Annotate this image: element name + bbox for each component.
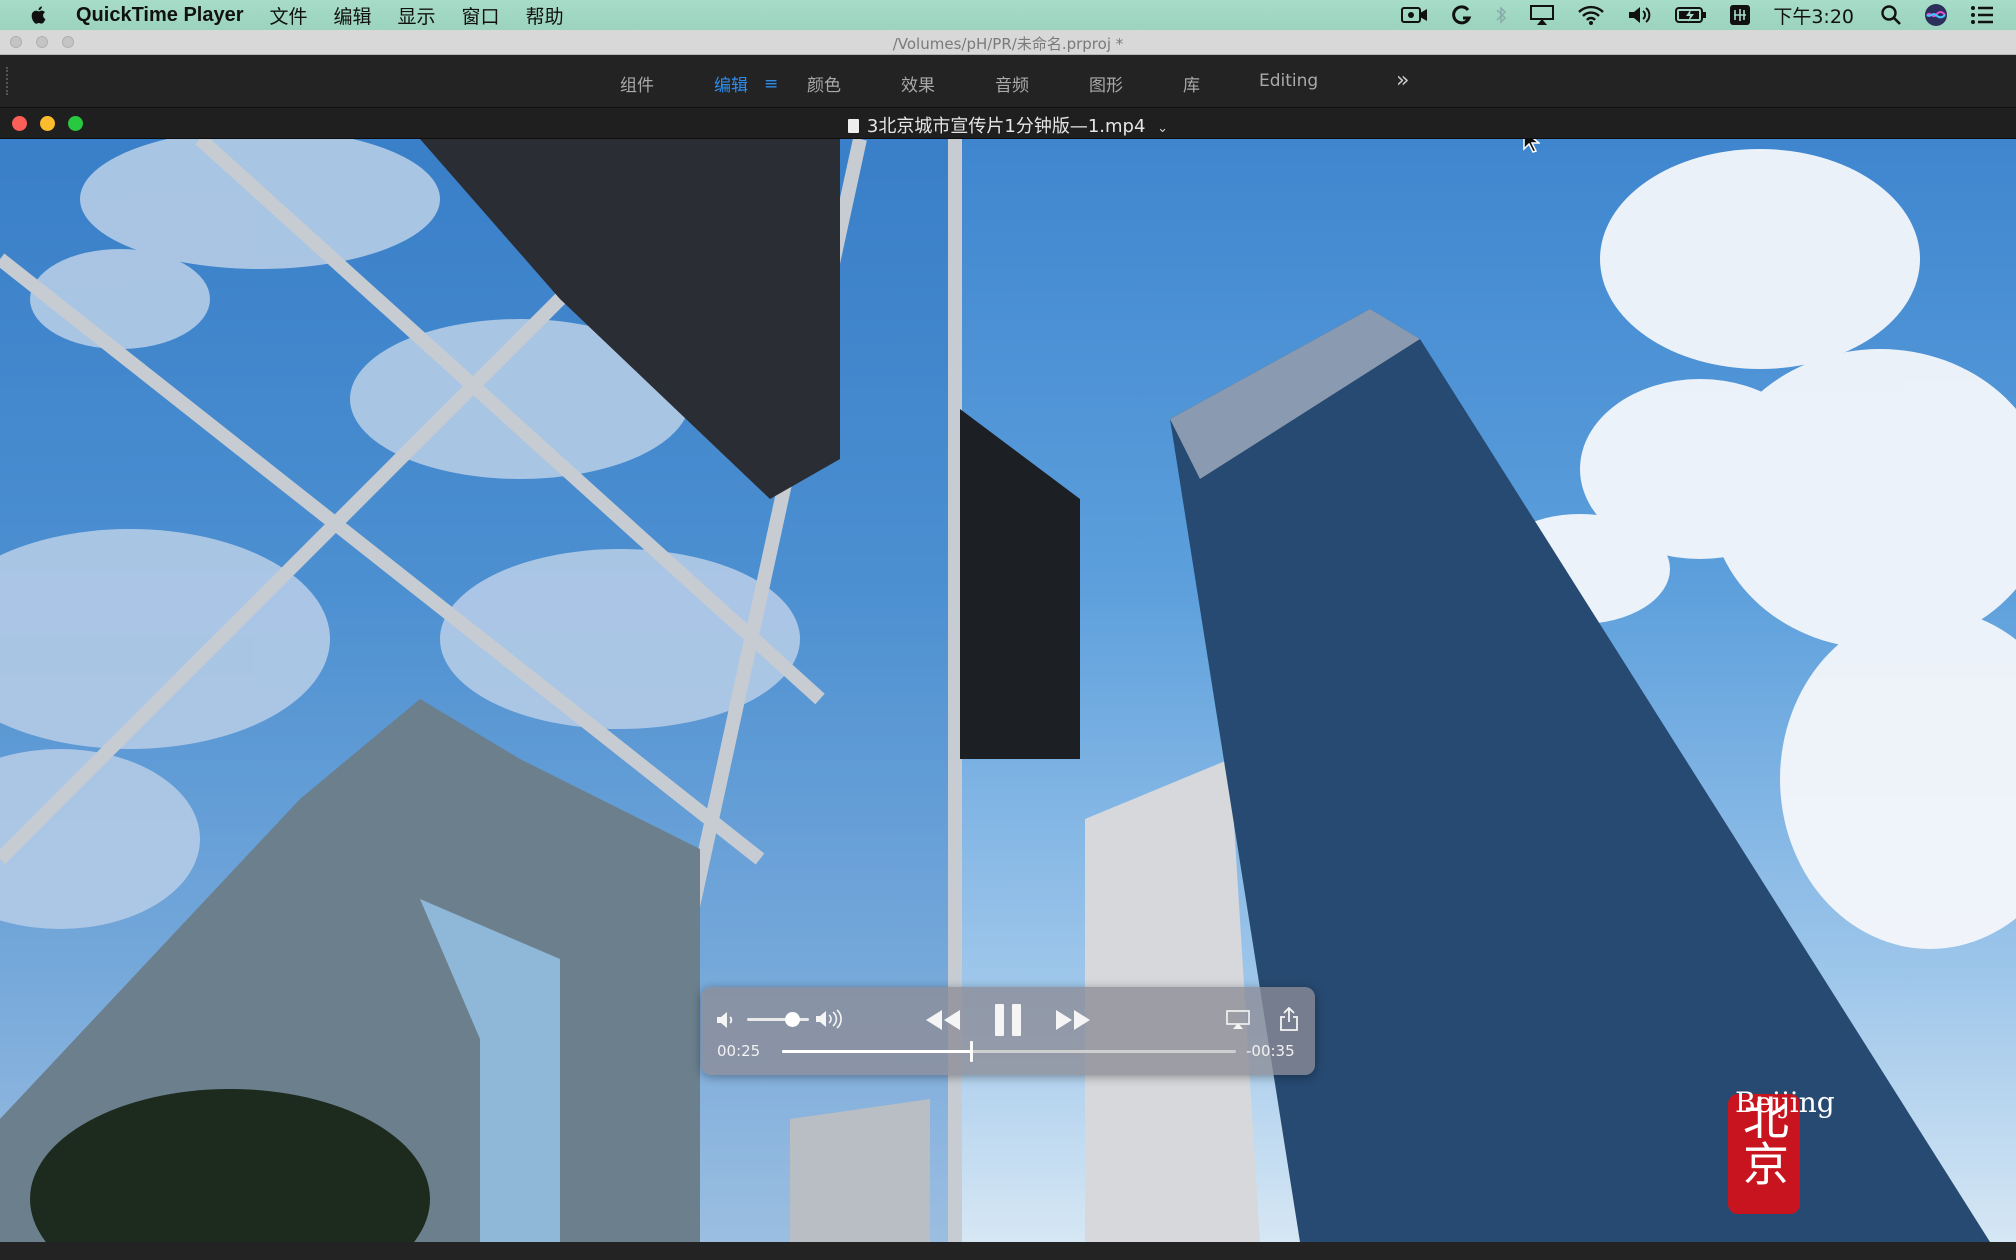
menu-file[interactable]: 文件 <box>270 2 308 29</box>
tab-effects[interactable]: 效果 <box>901 71 935 96</box>
small-building <box>790 1099 930 1242</box>
menu-bar: QuickTime Player 文件 编辑 显示 窗口 帮助 下午3:20 <box>0 0 2016 30</box>
playhead[interactable] <box>970 1041 974 1062</box>
menu-view[interactable]: 显示 <box>398 2 436 29</box>
mouse-cursor-icon <box>1523 139 1540 153</box>
bluetooth-icon[interactable] <box>1495 4 1507 26</box>
bottom-strip <box>0 1242 2016 1260</box>
siri-icon[interactable] <box>1924 3 1948 27</box>
status-area: 下午3:20 <box>1401 0 2016 30</box>
tab-editing-custom[interactable]: Editing <box>1259 71 1318 91</box>
rewind-button[interactable] <box>923 1005 963 1035</box>
notification-center-icon[interactable] <box>1970 5 1994 25</box>
volume-knob[interactable] <box>784 1012 800 1027</box>
dark-reflection <box>960 409 1080 759</box>
more-workspaces-icon[interactable]: » <box>1396 68 1409 93</box>
grammarly-icon[interactable] <box>1451 4 1473 26</box>
workspace-menu-icon[interactable]: ≡ <box>764 74 778 94</box>
window-title-text: 3北京城市宣传片1分钟版—1.mp4 <box>866 116 1146 137</box>
project-path: /Volumes/pH/PR/未命名.prproj * <box>892 35 1124 53</box>
elapsed-time: 00:25 <box>717 1042 761 1060</box>
beijing-caption: Beijing <box>1735 1086 1835 1119</box>
menu-edit[interactable]: 编辑 <box>334 2 372 29</box>
airplay-icon[interactable] <box>1529 4 1555 26</box>
workspace-bar: 组件 编辑 ≡ 颜色 效果 音频 图形 库 Editing » <box>0 55 2016 108</box>
video-frame[interactable]: 北京 Beijing <box>0 139 2016 1242</box>
airplay-button[interactable] <box>1223 1007 1253 1033</box>
video-scene <box>0 139 2016 1242</box>
menu-help[interactable]: 帮助 <box>526 2 564 29</box>
panel-grip-handle[interactable] <box>6 67 10 95</box>
tab-libraries[interactable]: 库 <box>1183 71 1200 96</box>
search-icon[interactable] <box>1880 4 1902 26</box>
battery-icon[interactable] <box>1675 5 1707 25</box>
pause-button[interactable] <box>988 1001 1028 1039</box>
playback-controls: 00:25 -00:35 <box>701 987 1315 1075</box>
apple-menu-icon[interactable] <box>28 4 50 26</box>
fast-forward-button[interactable] <box>1053 1005 1093 1035</box>
quicktime-titlebar: 3北京城市宣传片1分钟版—1.mp4 ⌄ <box>0 108 2016 139</box>
share-button[interactable] <box>1276 1005 1302 1033</box>
scrubber-track[interactable] <box>782 1041 1236 1062</box>
tab-color[interactable]: 颜色 <box>807 71 841 96</box>
premiere-project-titlebar: /Volumes/pH/PR/未命名.prproj * <box>0 30 2016 55</box>
tab-audio[interactable]: 音频 <box>995 71 1029 96</box>
tab-editing[interactable]: 编辑 <box>714 71 748 96</box>
tab-graphics[interactable]: 图形 <box>1089 71 1123 96</box>
facetime-camera-icon[interactable] <box>1401 5 1429 25</box>
window-title[interactable]: 3北京城市宣传片1分钟版—1.mp4 ⌄ <box>0 112 2016 138</box>
document-proxy-icon[interactable] <box>847 119 859 133</box>
remaining-time: -00:35 <box>1246 1042 1295 1060</box>
scrubber-fill <box>782 1050 972 1053</box>
chevron-down-icon[interactable]: ⌄ <box>1157 121 1168 136</box>
volume-slider[interactable] <box>747 1012 809 1027</box>
tab-assembly[interactable]: 组件 <box>620 71 654 96</box>
menu-window[interactable]: 窗口 <box>462 2 500 29</box>
mute-icon[interactable] <box>715 1009 737 1031</box>
app-name-menu[interactable]: QuickTime Player <box>76 4 244 27</box>
menubar-clock[interactable]: 下午3:20 <box>1773 2 1854 29</box>
volume-max-icon[interactable] <box>815 1007 845 1031</box>
wifi-icon[interactable] <box>1577 4 1605 26</box>
input-method-icon[interactable] <box>1729 4 1751 26</box>
volume-icon[interactable] <box>1627 4 1653 26</box>
